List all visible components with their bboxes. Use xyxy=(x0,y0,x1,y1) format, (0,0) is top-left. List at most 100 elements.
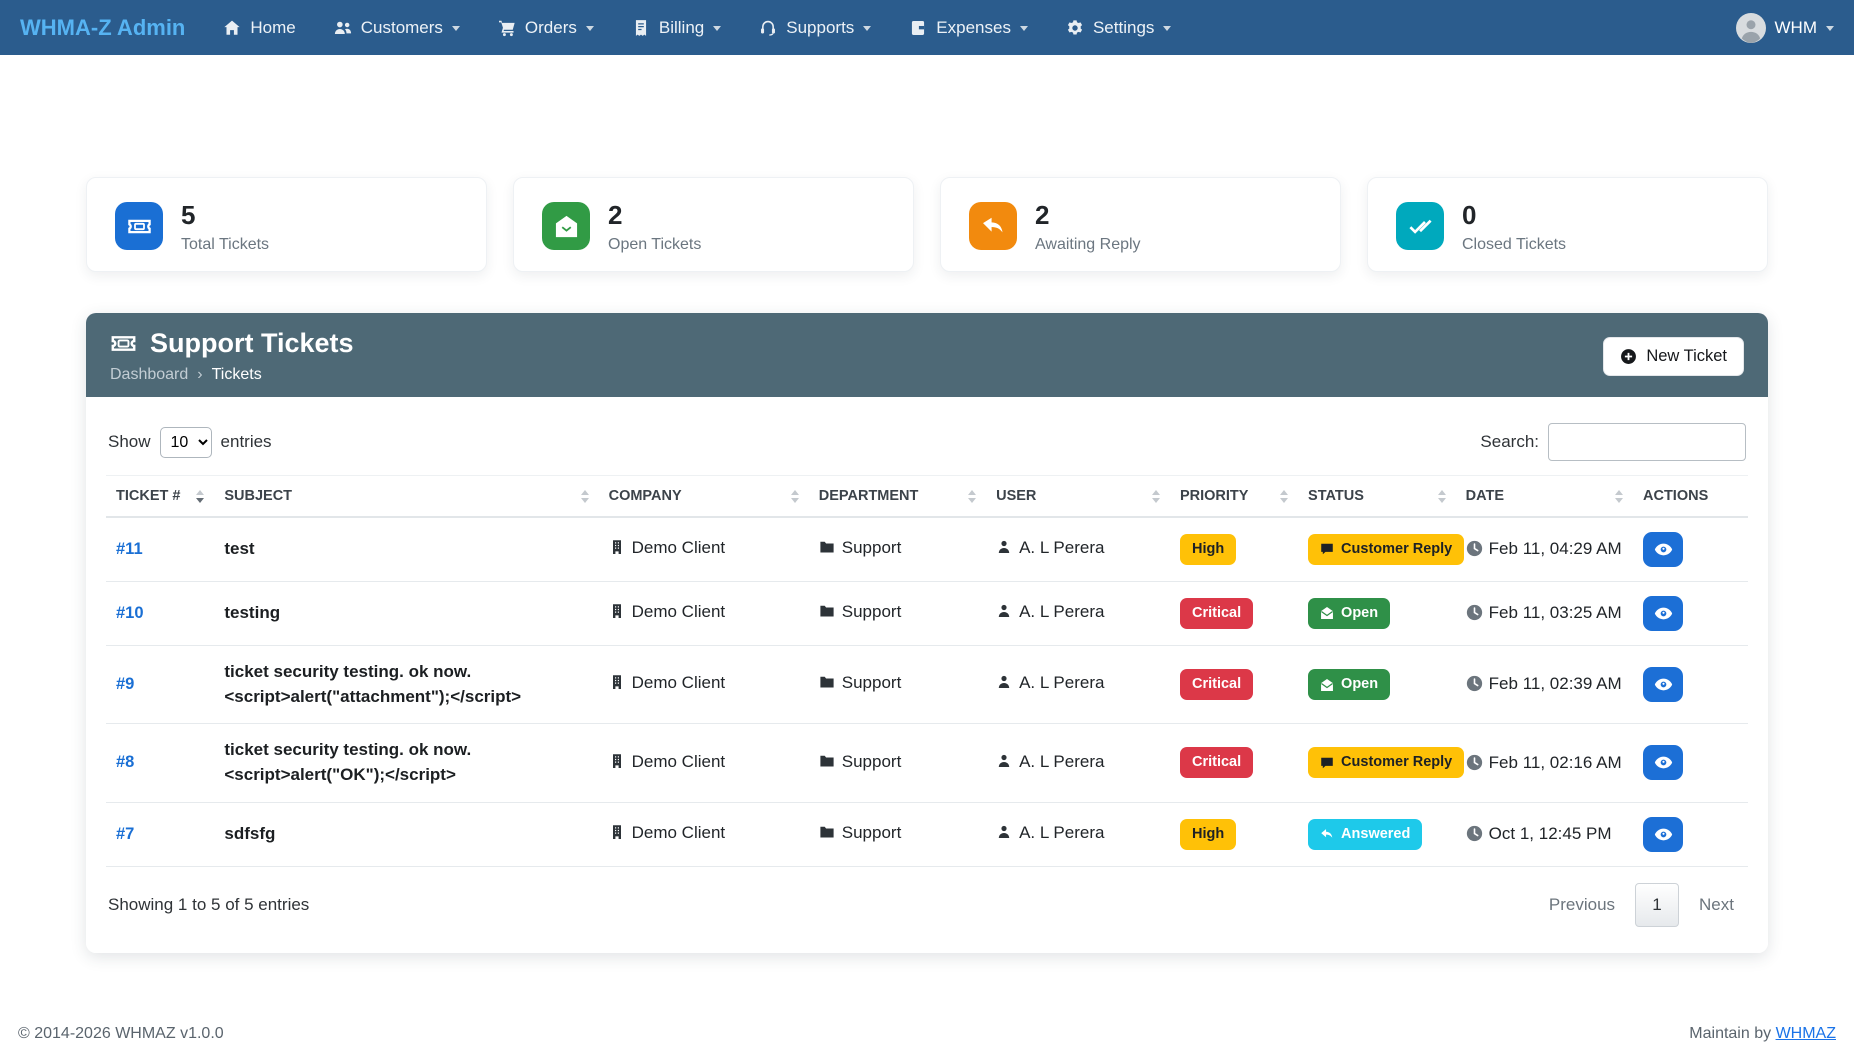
nav-item-supports[interactable]: Supports xyxy=(759,18,871,38)
user-icon xyxy=(996,538,1012,563)
headset-icon xyxy=(759,19,777,37)
user-name: A. L Perera xyxy=(1019,823,1104,842)
nav-item-label: Billing xyxy=(659,18,704,38)
ticket-subject: test xyxy=(224,539,254,558)
nav-item-customers[interactable]: Customers xyxy=(334,18,460,38)
nav-item-settings[interactable]: Settings xyxy=(1066,18,1171,38)
stat-label: Closed Tickets xyxy=(1462,236,1566,254)
page-length-select[interactable]: 10 xyxy=(160,427,212,458)
entries-label: entries xyxy=(221,432,272,452)
priority-badge: High xyxy=(1180,534,1236,565)
status-badge: Answered xyxy=(1308,819,1422,850)
priority-badge-label: Critical xyxy=(1192,752,1241,773)
pagination-previous[interactable]: Previous xyxy=(1537,886,1627,924)
eye-icon xyxy=(1654,540,1673,559)
nav-item-home[interactable]: Home xyxy=(223,18,295,38)
ticket-number-link[interactable]: #9 xyxy=(116,675,134,693)
nav-item-orders[interactable]: Orders xyxy=(498,18,594,38)
folder-icon xyxy=(819,602,835,627)
column-header-actions: ACTIONS xyxy=(1633,476,1748,518)
priority-badge-label: High xyxy=(1192,539,1224,560)
eye-icon xyxy=(1654,604,1673,623)
brand-logo[interactable]: WHMA-Z Admin xyxy=(20,15,185,41)
sort-arrows-icon xyxy=(968,490,976,503)
column-header-company[interactable]: COMPANY xyxy=(599,476,809,518)
sort-arrows-icon xyxy=(196,490,204,503)
ticket-date: Feb 11, 04:29 AM xyxy=(1466,539,1622,558)
view-ticket-button[interactable] xyxy=(1643,667,1683,702)
stat-label: Awaiting Reply xyxy=(1035,236,1141,254)
ticket-date: Feb 11, 02:16 AM xyxy=(1466,753,1622,772)
column-header-department[interactable]: DEPARTMENT xyxy=(809,476,986,518)
view-ticket-button[interactable] xyxy=(1643,532,1683,567)
user-icon xyxy=(996,823,1012,848)
department-name: Support xyxy=(842,752,902,771)
nav-item-billing[interactable]: Billing xyxy=(632,18,721,38)
column-header-date[interactable]: DATE xyxy=(1456,476,1633,518)
chevron-down-icon xyxy=(713,26,721,31)
column-header-status[interactable]: STATUS xyxy=(1298,476,1456,518)
ticket-number-link[interactable]: #8 xyxy=(116,753,134,771)
ticket-number-link[interactable]: #11 xyxy=(116,540,143,558)
stat-card-open-tickets: 2 Open Tickets xyxy=(513,177,914,272)
ticket-date-text: Oct 1, 12:45 PM xyxy=(1489,824,1612,843)
stat-label: Open Tickets xyxy=(608,236,701,254)
billing-icon xyxy=(632,19,650,37)
nav-item-label: Home xyxy=(250,18,295,38)
status-badge-label: Customer Reply xyxy=(1341,539,1452,560)
user-icon xyxy=(996,752,1012,777)
ticket-date-text: Feb 11, 02:16 AM xyxy=(1489,753,1622,772)
status-badge: Open xyxy=(1308,598,1390,629)
breadcrumb: Dashboard › Tickets xyxy=(110,366,354,384)
clock-icon xyxy=(1466,539,1489,558)
pagination: Previous 1 Next xyxy=(1537,883,1746,927)
priority-badge: Critical xyxy=(1180,669,1253,700)
nav-item-expenses[interactable]: Expenses xyxy=(909,18,1028,38)
copyright-text: © 2014-2026 WHMAZ v1.0.0 xyxy=(18,1025,224,1043)
search-control: Search: xyxy=(1480,423,1746,461)
department-name: Support xyxy=(842,673,902,692)
main-nav: Home Customers Orders Billing Supports E… xyxy=(223,18,1705,38)
chevron-down-icon xyxy=(1826,26,1834,31)
column-header-ticket[interactable]: TICKET # xyxy=(106,476,214,518)
chevron-down-icon xyxy=(1020,26,1028,31)
column-header-subject[interactable]: SUBJECT xyxy=(214,476,598,518)
status-badge-icon xyxy=(1320,756,1334,770)
search-input[interactable] xyxy=(1548,423,1746,461)
table-header-row: TICKET # SUBJECT COMPANY DEPARTMENT USER… xyxy=(106,476,1748,518)
status-badge: Open xyxy=(1308,669,1390,700)
ticket-number-link[interactable]: #10 xyxy=(116,604,144,622)
table-footer: Showing 1 to 5 of 5 entries Previous 1 N… xyxy=(108,883,1746,927)
envelope-open-icon xyxy=(542,202,590,250)
page-length-control: Show 10 entries xyxy=(108,427,272,458)
stat-value: 5 xyxy=(181,202,269,229)
users-icon xyxy=(334,19,352,37)
view-ticket-button[interactable] xyxy=(1643,745,1683,780)
new-ticket-button[interactable]: New Ticket xyxy=(1603,337,1744,376)
maintained-by-text: Maintain by xyxy=(1689,1025,1771,1042)
view-ticket-button[interactable] xyxy=(1643,817,1683,852)
user-menu[interactable]: WHM xyxy=(1736,13,1834,43)
table-info: Showing 1 to 5 of 5 entries xyxy=(108,895,309,915)
stat-value: 0 xyxy=(1462,202,1566,229)
status-badge: Customer Reply xyxy=(1308,534,1464,565)
ticket-number-link[interactable]: #7 xyxy=(116,825,134,843)
ticket-icon xyxy=(110,330,137,357)
status-badge-icon xyxy=(1320,542,1334,556)
pagination-next[interactable]: Next xyxy=(1687,886,1746,924)
stats-row: 5 Total Tickets 2 Open Tickets 2 Awaitin… xyxy=(86,177,1768,272)
cart-icon xyxy=(498,19,516,37)
ticket-date-text: Feb 11, 03:25 AM xyxy=(1489,603,1622,622)
department-name: Support xyxy=(842,538,902,557)
chevron-down-icon xyxy=(863,26,871,31)
column-header-user[interactable]: USER xyxy=(986,476,1170,518)
breadcrumb-current: Tickets xyxy=(212,366,262,384)
breadcrumb-dashboard-link[interactable]: Dashboard xyxy=(110,366,188,384)
table-row: #11 test Demo Client Support A. L Perera… xyxy=(106,517,1748,582)
column-header-priority[interactable]: PRIORITY xyxy=(1170,476,1298,518)
pagination-page-1[interactable]: 1 xyxy=(1635,883,1679,927)
stat-card-closed-tickets: 0 Closed Tickets xyxy=(1367,177,1768,272)
whmaz-link[interactable]: WHMAZ xyxy=(1776,1025,1836,1042)
stat-value: 2 xyxy=(1035,202,1141,229)
view-ticket-button[interactable] xyxy=(1643,596,1683,631)
